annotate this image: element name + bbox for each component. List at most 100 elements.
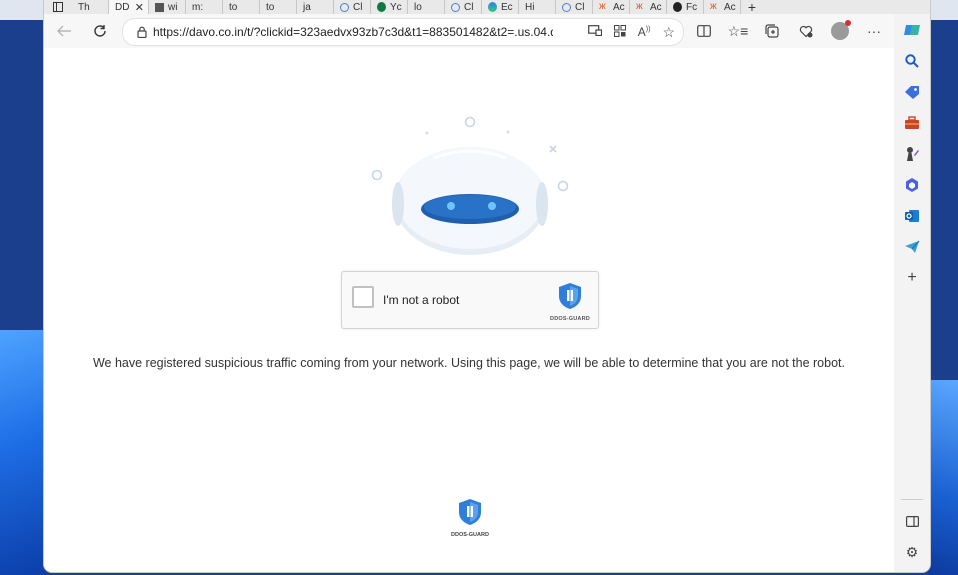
captcha-widget: I'm not a robot DDOS-GUARD bbox=[341, 271, 599, 329]
outlook-icon bbox=[905, 209, 919, 222]
tab-label: DD bbox=[115, 1, 130, 13]
outlook-button[interactable] bbox=[894, 200, 930, 231]
footer-ddos-guard-logo: DDOS-GUARD bbox=[444, 498, 496, 538]
shield-icon bbox=[459, 499, 481, 525]
tab[interactable]: lo bbox=[44, 0, 445, 58]
tab[interactable]: Th bbox=[44, 0, 109, 58]
browser-window: Th DD ✕ wi m: to to ja Cl Yc lo Cl Ec Hi … bbox=[44, 0, 930, 572]
tab[interactable]: to bbox=[44, 0, 260, 58]
shield-icon bbox=[559, 283, 581, 309]
tab-label: Cl bbox=[575, 1, 585, 13]
tab[interactable]: Fc bbox=[667, 0, 704, 14]
back-button[interactable] bbox=[50, 17, 78, 45]
tab-label: to bbox=[229, 1, 238, 13]
shopping-button[interactable] bbox=[894, 76, 930, 107]
search-button[interactable] bbox=[894, 45, 930, 76]
tab[interactable]: ж Ac bbox=[704, 0, 741, 14]
tab[interactable]: to bbox=[44, 0, 297, 58]
tab[interactable]: Yc bbox=[371, 0, 408, 14]
url-text: https://davo.co.in/t/?clickid=323aedvx93… bbox=[153, 25, 553, 39]
collections-button[interactable] bbox=[758, 17, 786, 45]
address-bar[interactable]: https://davo.co.in/t/?clickid=323aedvx93… bbox=[122, 18, 684, 46]
tab-label: Cl bbox=[353, 1, 363, 13]
desktop-wallpaper-left bbox=[0, 330, 46, 575]
tab-label: Th bbox=[78, 1, 90, 13]
tab[interactable]: Ec bbox=[482, 0, 519, 14]
robot-illustration bbox=[371, 116, 569, 255]
favorites-icon: ☆≡ bbox=[727, 22, 749, 39]
refresh-button[interactable] bbox=[86, 17, 114, 45]
gear-icon: ⚙ bbox=[905, 544, 919, 560]
tab-label: Ac bbox=[613, 1, 625, 13]
browser-essentials-button[interactable] bbox=[792, 17, 820, 45]
captcha-label: I'm not a robot bbox=[383, 293, 460, 307]
telegram-button[interactable] bbox=[894, 231, 930, 262]
read-aloud-icon[interactable]: A)) bbox=[638, 25, 651, 39]
avatar bbox=[831, 20, 851, 40]
refresh-icon bbox=[94, 25, 106, 37]
tab[interactable]: wi bbox=[149, 0, 186, 14]
edge-sidebar: + ⚙ bbox=[894, 14, 930, 572]
edge-icon bbox=[488, 2, 497, 12]
suspicious-traffic-message: We have registered suspicious traffic co… bbox=[92, 356, 845, 370]
screencast-icon[interactable] bbox=[587, 25, 602, 39]
sidebar-divider bbox=[901, 499, 923, 500]
tab[interactable]: ж Ac bbox=[630, 0, 667, 14]
copilot-button[interactable] bbox=[894, 14, 930, 45]
profile-button[interactable] bbox=[826, 17, 854, 45]
send-icon bbox=[905, 240, 920, 253]
split-screen-button[interactable] bbox=[690, 17, 718, 45]
new-tab-button[interactable]: + bbox=[741, 0, 763, 15]
microsoft365-icon bbox=[906, 177, 918, 192]
lock-icon bbox=[131, 26, 153, 38]
desktop-wallpaper-right bbox=[928, 380, 958, 575]
collections-icon bbox=[765, 24, 779, 38]
tab-actions-button[interactable] bbox=[44, 0, 72, 14]
tab[interactable]: ж Ac bbox=[593, 0, 630, 14]
games-button[interactable] bbox=[894, 138, 930, 169]
microsoft365-button[interactable] bbox=[894, 169, 930, 200]
favorite-star-icon[interactable]: ☆ bbox=[662, 24, 675, 41]
apps-grid-icon[interactable] bbox=[613, 24, 626, 40]
tab-label: lo bbox=[414, 1, 422, 13]
tab-label: Cl bbox=[464, 1, 474, 13]
browser-toolbar: https://davo.co.in/t/?clickid=323aedvx93… bbox=[44, 14, 930, 48]
more-menu-button[interactable]: ··· bbox=[860, 17, 888, 45]
gear-icon bbox=[451, 2, 460, 12]
tab[interactable]: Cl bbox=[445, 0, 482, 14]
captcha-brand: DDOS-GUARD bbox=[550, 316, 590, 322]
tab[interactable]: ja bbox=[44, 0, 334, 58]
web-page: I'm not a robot DDOS-GUARD We have regis… bbox=[44, 48, 894, 572]
split-screen-icon bbox=[697, 25, 711, 37]
puzzle-icon bbox=[155, 2, 164, 12]
close-tab-icon[interactable]: ✕ bbox=[135, 1, 144, 14]
fox-icon: ж bbox=[636, 1, 643, 12]
fox-icon: ж bbox=[710, 1, 717, 12]
hide-sidebar-button[interactable] bbox=[894, 506, 930, 537]
tools-button[interactable] bbox=[894, 107, 930, 138]
search-icon bbox=[905, 53, 919, 68]
tab[interactable]: m: bbox=[44, 0, 223, 58]
tab[interactable]: Cl bbox=[334, 0, 371, 14]
tab-label: Fc bbox=[686, 1, 698, 13]
tab[interactable]: Hi bbox=[44, 0, 556, 58]
tab-label: ja bbox=[303, 1, 311, 13]
captcha-checkbox[interactable] bbox=[352, 286, 374, 308]
tab-label: Ac bbox=[650, 1, 662, 13]
tab[interactable]: Cl bbox=[556, 0, 593, 14]
plus-icon: + bbox=[907, 268, 917, 286]
plus-icon: + bbox=[747, 0, 757, 15]
favorites-button[interactable]: ☆≡ bbox=[724, 17, 752, 45]
tab-label: m: bbox=[192, 1, 204, 13]
dark-circle-icon bbox=[673, 2, 682, 12]
fox-icon: ж bbox=[599, 1, 606, 12]
chess-icon bbox=[907, 146, 919, 161]
tab-active[interactable]: DD ✕ bbox=[109, 0, 149, 14]
sidebar-settings-button[interactable]: ⚙ bbox=[894, 537, 930, 568]
green-circle-icon bbox=[377, 2, 386, 12]
tab-strip: Th DD ✕ wi m: to to ja Cl Yc lo Cl Ec Hi … bbox=[44, 0, 930, 58]
tab-label: Ec bbox=[501, 1, 513, 13]
tab-label: wi bbox=[168, 1, 178, 13]
tab-label: to bbox=[266, 1, 275, 13]
add-sidebar-app-button[interactable]: + bbox=[894, 262, 930, 293]
